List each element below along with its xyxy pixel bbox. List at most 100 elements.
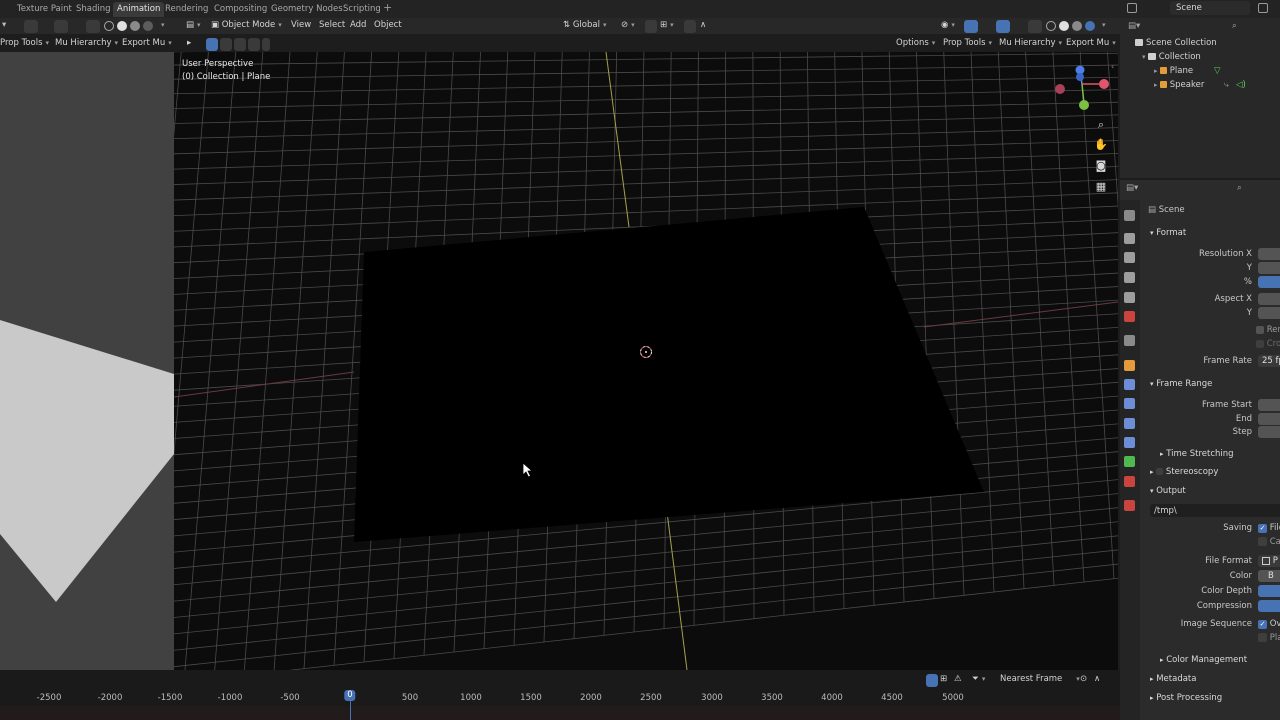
output-tab-icon[interactable] (1124, 252, 1135, 263)
xray-icon[interactable] (86, 20, 100, 33)
mode-dropdown[interactable]: ▣ Object Mode ▾ (211, 20, 282, 30)
material-tab-icon[interactable] (1124, 476, 1135, 487)
timeline[interactable]: ⊞ ⚠ ⏷ ▾ Nearest Frame ▾ ⊙ ∧ -2500 -2000 -1… (0, 670, 1120, 720)
scene-type-icon[interactable] (1127, 3, 1137, 13)
tab-shading[interactable]: Shading (72, 2, 115, 17)
options-menu[interactable]: Options ▾ (896, 38, 935, 48)
snap-icon[interactable]: ⊞ (940, 674, 947, 684)
select-tool-icon[interactable]: ▸ (187, 38, 191, 48)
tab-texture-paint[interactable]: Texture Paint (13, 2, 76, 17)
outliner-collection[interactable]: ▾ Collection (1142, 50, 1280, 64)
camera-view-icon[interactable]: ◙ (1094, 159, 1108, 173)
3d-viewport[interactable]: User Perspective (0) Collection | Plane … (174, 52, 1118, 670)
render-region-checkbox[interactable]: Ren (1256, 325, 1280, 335)
falloff-curve-icon[interactable]: ∧ (1094, 674, 1100, 684)
export-mu-menu-right[interactable]: Export Mu ▾ (1066, 38, 1116, 48)
visibility-icon[interactable]: ◉ ▾ (941, 20, 955, 30)
resolution-y-field[interactable] (1258, 262, 1280, 274)
tab-geometry-nodes[interactable]: Geometry Nodes (267, 2, 347, 17)
pivot-point-icon[interactable]: ⊘ ▾ (621, 20, 635, 30)
material-shading-icon[interactable] (130, 21, 140, 31)
proportional-falloff-icon[interactable]: ⊙ (1080, 674, 1087, 684)
tool-tab-icon[interactable] (1124, 210, 1135, 221)
rendered-mode-icon[interactable] (1085, 21, 1095, 31)
frame-step-field[interactable] (1258, 426, 1280, 438)
object-tab-icon[interactable] (1124, 360, 1135, 371)
mu-hierarchy-menu-left[interactable]: Mu Hierarchy ▾ (55, 38, 118, 48)
editor-type-icon-2[interactable]: ▤ ▾ (186, 20, 201, 30)
editor-type-icon[interactable]: ▾ (2, 20, 6, 30)
menu-object[interactable]: Object (374, 20, 402, 30)
shading-options-chevron-icon[interactable]: ▾ (158, 20, 165, 30)
overlay-toggle-icon[interactable] (54, 20, 68, 33)
frame-start-field[interactable] (1258, 399, 1280, 411)
transform-orientation-dropdown[interactable]: ⇅ Global ▾ (563, 20, 606, 30)
auto-keying-icon[interactable] (926, 674, 938, 687)
tab-compositing[interactable]: Compositing (210, 2, 271, 17)
select-box-subtract-icon[interactable] (234, 38, 246, 51)
constraints-tab-icon[interactable] (1124, 437, 1135, 448)
properties-editor[interactable]: ▤▾ ⌕ ▤ Scene ▾ Format Resolution X Y % A… (1120, 180, 1280, 720)
mu-hierarchy-menu-right[interactable]: Mu Hierarchy ▾ (999, 38, 1062, 48)
data-tab-icon[interactable] (1124, 456, 1135, 467)
xray-toggle-icon[interactable] (1028, 20, 1042, 33)
time-stretching-subpanel[interactable]: ▸ Time Stretching (1160, 449, 1234, 459)
playhead-line[interactable] (350, 701, 351, 720)
resolution-percent-slider[interactable] (1258, 276, 1280, 288)
export-mu-menu-left[interactable]: Export Mu ▾ (122, 38, 172, 48)
render-tab-icon[interactable] (1124, 233, 1135, 244)
menu-view[interactable]: View (291, 20, 311, 30)
perspective-toggle-icon[interactable]: ▦ (1094, 180, 1108, 194)
metadata-panel-header[interactable]: ▸ Metadata (1150, 674, 1196, 684)
solid-mode-icon[interactable] (1059, 21, 1069, 31)
properties-editor-icon[interactable]: ▤▾ (1126, 183, 1138, 193)
timeline-track-area[interactable] (0, 706, 1120, 720)
resolution-x-field[interactable] (1258, 248, 1280, 260)
world-tab-icon[interactable] (1124, 311, 1135, 322)
select-box-invert-icon[interactable] (262, 38, 270, 51)
transform-tool-icon[interactable] (24, 20, 38, 33)
material-mode-icon[interactable] (1072, 21, 1082, 31)
select-box-intersect-icon[interactable] (248, 38, 260, 51)
navigation-gizmo[interactable] (1054, 62, 1114, 117)
add-workspace-button[interactable]: + (383, 1, 392, 14)
tab-rendering[interactable]: Rendering (161, 2, 212, 17)
left-editor-area[interactable] (0, 52, 174, 670)
outliner-item-speaker[interactable]: ▸ Speaker ⤷ ◁) (1154, 78, 1280, 92)
view-layer-tab-icon[interactable] (1124, 272, 1135, 283)
wireframe-mode-icon[interactable] (1046, 21, 1056, 31)
overwrite-checkbox[interactable]: ✓ Ov (1258, 619, 1280, 629)
snap-toggle-icon[interactable] (645, 20, 657, 33)
rendered-shading-icon[interactable] (143, 21, 153, 31)
shading-popover-icon[interactable]: ▾ (1099, 20, 1106, 30)
falloff-icon[interactable]: ∧ (700, 20, 706, 30)
timeline-ruler[interactable]: -2500 -2000 -1500 -1000 -500 500 1000 15… (0, 690, 1120, 704)
file-extensions-checkbox[interactable]: ✓ File (1258, 523, 1280, 533)
color-depth-selector[interactable] (1258, 585, 1280, 597)
snap-mode-dropdown[interactable]: Nearest Frame ▾ (1000, 674, 1080, 684)
zoom-icon[interactable]: ⌕ (1094, 118, 1108, 132)
proportional-edit-icon[interactable] (684, 20, 696, 33)
particles-tab-icon[interactable] (1124, 398, 1135, 409)
warning-icon[interactable]: ⚠ (954, 674, 962, 684)
collection-tab-icon[interactable] (1124, 335, 1135, 346)
copy-scene-icon[interactable] (1258, 3, 1268, 13)
pan-hand-icon[interactable]: ✋ (1094, 138, 1108, 152)
current-frame-indicator[interactable]: 0 (344, 690, 356, 701)
filter-icon[interactable]: ⏷ ▾ (972, 674, 985, 684)
format-panel-header[interactable]: ▾ Format (1150, 228, 1186, 238)
compression-slider[interactable] (1258, 600, 1280, 612)
crop-region-checkbox[interactable]: Cro (1256, 339, 1280, 349)
post-processing-panel-header[interactable]: ▸ Post Processing (1150, 693, 1222, 703)
select-box-new-icon[interactable] (206, 38, 218, 51)
solid-shading-icon[interactable] (117, 21, 127, 31)
menu-add[interactable]: Add (350, 20, 366, 30)
placeholders-checkbox[interactable]: Pla (1258, 633, 1280, 643)
outliner-editor-icon[interactable]: ▤▾ (1128, 21, 1140, 31)
3d-cursor-icon[interactable] (639, 345, 653, 359)
overlay-toggle-icon-2[interactable] (996, 20, 1010, 33)
texture-tab-icon[interactable] (1124, 500, 1135, 511)
wireframe-shading-icon[interactable] (104, 21, 114, 31)
aspect-y-field[interactable] (1258, 307, 1280, 319)
color-management-subpanel[interactable]: ▸ Color Management (1160, 655, 1247, 665)
